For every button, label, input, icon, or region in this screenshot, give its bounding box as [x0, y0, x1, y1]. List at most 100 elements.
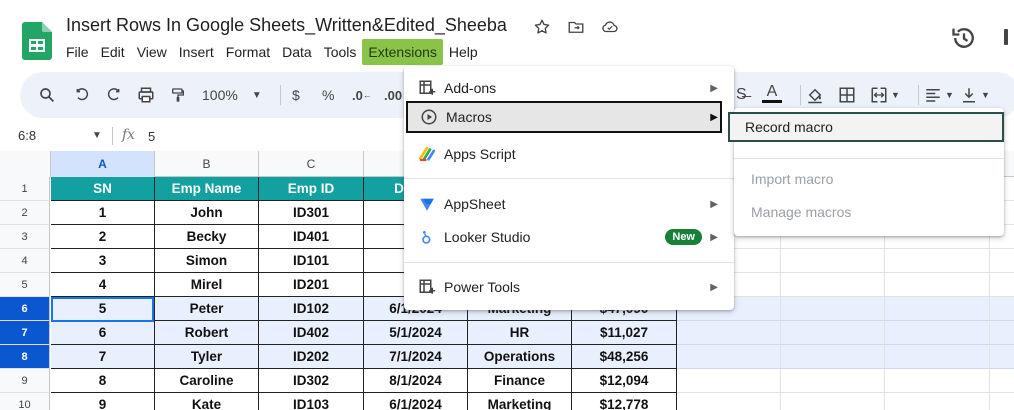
empty-cell[interactable]: [885, 297, 990, 321]
table-cell[interactable]: ID302: [259, 369, 364, 393]
empty-cell[interactable]: [990, 321, 1014, 345]
zoom-select[interactable]: 100% ▼: [202, 84, 262, 106]
table-cell[interactable]: John: [155, 201, 259, 225]
table-cell[interactable]: 7/1/2024: [364, 345, 468, 369]
row-header-10[interactable]: 10: [0, 393, 50, 410]
table-cell[interactable]: 9: [51, 393, 155, 410]
empty-cell[interactable]: [677, 393, 781, 410]
table-cell[interactable]: $12,094: [572, 369, 677, 393]
cloud-saved-icon[interactable]: [600, 17, 620, 37]
table-cell[interactable]: Peter: [155, 297, 259, 321]
empty-cell[interactable]: [677, 345, 781, 369]
table-cell[interactable]: 6: [51, 321, 155, 345]
menu-help[interactable]: Help: [443, 39, 484, 65]
table-cell[interactable]: $48,256: [572, 345, 677, 369]
paint-format-icon[interactable]: [170, 84, 186, 106]
row-header-1[interactable]: 1: [0, 177, 50, 201]
empty-cell[interactable]: [781, 297, 885, 321]
menu-item-apps-script[interactable]: Apps Script: [404, 138, 734, 170]
move-to-folder-icon[interactable]: [566, 17, 586, 37]
empty-cell[interactable]: [781, 393, 885, 410]
row-header-8[interactable]: 8: [0, 345, 50, 369]
undo-icon[interactable]: [74, 84, 90, 106]
menu-item-looker-studio[interactable]: Looker Studio New ▶: [404, 221, 734, 253]
menu-file[interactable]: File: [60, 39, 95, 65]
menu-edit[interactable]: Edit: [95, 39, 131, 65]
borders-icon[interactable]: [838, 84, 856, 106]
empty-cell[interactable]: [885, 249, 990, 273]
table-cell[interactable]: 4: [51, 273, 155, 297]
empty-cell[interactable]: [781, 345, 885, 369]
table-cell[interactable]: $12,778: [572, 393, 677, 410]
strikethrough-icon[interactable]: S̶: [736, 84, 747, 106]
table-cell[interactable]: ID202: [259, 345, 364, 369]
vertical-align-icon[interactable]: ▼: [960, 84, 990, 106]
version-history-icon[interactable]: [950, 24, 978, 52]
table-cell[interactable]: ID402: [259, 321, 364, 345]
table-cell[interactable]: 5/1/2024: [364, 321, 468, 345]
row-header-2[interactable]: 2: [0, 201, 50, 225]
star-icon[interactable]: [532, 17, 552, 37]
sheets-logo-icon[interactable]: [22, 22, 52, 60]
search-menus-icon[interactable]: [38, 84, 56, 106]
table-cell[interactable]: 8/1/2024: [364, 369, 468, 393]
row-header-4[interactable]: 4: [0, 249, 50, 273]
empty-cell[interactable]: [677, 321, 781, 345]
menu-tools[interactable]: Tools: [318, 39, 363, 65]
empty-cell[interactable]: [990, 249, 1014, 273]
table-cell[interactable]: Caroline: [155, 369, 259, 393]
empty-cell[interactable]: [677, 369, 781, 393]
menu-format[interactable]: Format: [220, 39, 276, 65]
table-cell[interactable]: ID201: [259, 273, 364, 297]
column-header-b[interactable]: B: [155, 151, 259, 177]
menu-item-appsheet[interactable]: AppSheet ▶: [404, 188, 734, 220]
empty-cell[interactable]: [990, 297, 1014, 321]
table-cell[interactable]: 7: [51, 345, 155, 369]
empty-cell[interactable]: [885, 393, 990, 410]
comments-icon[interactable]: [1002, 28, 1012, 46]
table-cell[interactable]: Finance: [468, 369, 572, 393]
empty-cell[interactable]: [990, 273, 1014, 297]
row-header-7[interactable]: 7: [0, 321, 50, 345]
table-cell[interactable]: Tyler: [155, 345, 259, 369]
merge-cells-icon[interactable]: ▼: [870, 84, 900, 106]
table-cell[interactable]: 3: [51, 249, 155, 273]
table-cell[interactable]: ID301: [259, 201, 364, 225]
menu-data[interactable]: Data: [276, 39, 318, 65]
menu-insert[interactable]: Insert: [173, 39, 220, 65]
row-header-3[interactable]: 3: [0, 225, 50, 249]
formula-input[interactable]: 5: [148, 129, 155, 144]
print-icon[interactable]: [137, 84, 155, 106]
table-cell[interactable]: Operations: [468, 345, 572, 369]
menu-item-macros[interactable]: Macros ▶: [406, 101, 722, 133]
row-header-6[interactable]: 6: [0, 297, 50, 321]
table-cell[interactable]: Kate: [155, 393, 259, 410]
fill-color-icon[interactable]: [806, 84, 824, 106]
empty-cell[interactable]: [990, 345, 1014, 369]
manage-macros-item[interactable]: Manage macros: [734, 197, 1004, 227]
column-header-a[interactable]: A: [51, 151, 155, 177]
text-color-icon[interactable]: A: [762, 84, 782, 106]
empty-cell[interactable]: [990, 369, 1014, 393]
empty-cell[interactable]: [885, 321, 990, 345]
empty-cell[interactable]: [781, 273, 885, 297]
table-cell[interactable]: Marketing: [468, 393, 572, 410]
header-cell[interactable]: Emp Name: [155, 177, 259, 201]
currency-format-button[interactable]: $: [292, 84, 300, 106]
header-cell[interactable]: Emp ID: [259, 177, 364, 201]
chevron-down-icon[interactable]: ▼: [92, 130, 102, 141]
empty-cell[interactable]: [990, 393, 1014, 410]
empty-cell[interactable]: [885, 273, 990, 297]
table-cell[interactable]: 6/1/2024: [364, 393, 468, 410]
empty-cell[interactable]: [781, 369, 885, 393]
empty-cell[interactable]: [885, 345, 990, 369]
table-cell[interactable]: ID101: [259, 249, 364, 273]
menu-item-power-tools[interactable]: Power Tools ▶: [404, 271, 734, 303]
redo-icon[interactable]: [106, 84, 122, 106]
table-cell[interactable]: ID102: [259, 297, 364, 321]
column-header-c[interactable]: C: [259, 151, 364, 177]
table-cell[interactable]: ID103: [259, 393, 364, 410]
record-macro-item[interactable]: Record macro: [728, 112, 1004, 142]
decrease-decimal-button[interactable]: .0 ←: [352, 84, 372, 106]
percent-format-button[interactable]: %: [322, 84, 334, 106]
